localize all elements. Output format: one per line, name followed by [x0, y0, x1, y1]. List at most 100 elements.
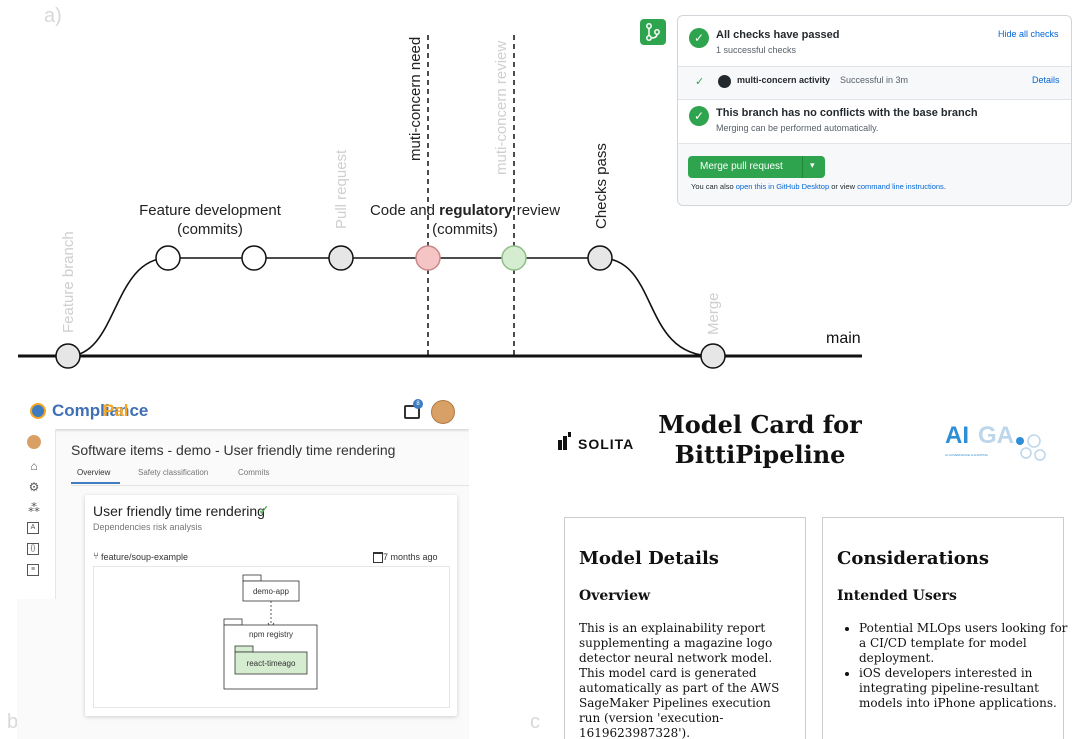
- dropdown-caret-icon[interactable]: ▾: [810, 160, 815, 171]
- app-sidebar: ⌂ ⚙ ⁂ A {} ≡: [17, 429, 56, 599]
- tab-commits[interactable]: Commits: [238, 468, 270, 477]
- brand-name-part1: Compliance: [52, 401, 149, 420]
- active-tab-indicator: [71, 482, 120, 484]
- tabs-divider: [71, 485, 469, 486]
- card-subtitle: Dependencies risk analysis: [93, 522, 203, 532]
- document-icon[interactable]: A: [27, 522, 39, 534]
- overview-heading: Overview: [579, 588, 651, 604]
- check-success-icon: ✓: [695, 76, 705, 88]
- button-divider: [802, 156, 803, 178]
- calendar-icon: [373, 552, 383, 563]
- no-conflicts-subtitle: Merging can be performed automatically.: [716, 123, 879, 133]
- compliancepal-app: Compliance Pal 8 ⌂ ⚙ ⁂ A {} ≡ Software i…: [17, 393, 469, 739]
- label-code-review: Code and regulatory review: [370, 202, 560, 219]
- merge-footer-text: You can also open this in GitHub Desktop…: [691, 182, 946, 191]
- aiga-logo-subtitle: AI GOVERNANCE & AUDITING: [945, 453, 988, 457]
- check-icon: ✓: [258, 502, 270, 518]
- considerations-heading: Considerations: [837, 548, 989, 569]
- label-pull-request: Pull request: [333, 149, 350, 229]
- commit-pull-request: [328, 245, 354, 271]
- label-multi-concern-need: muti-concern need: [407, 37, 424, 161]
- label-feature-dev-2: (commits): [177, 221, 243, 238]
- demo-app-label: demo-app: [253, 587, 290, 596]
- branch-name: feature/soup-example: [101, 552, 189, 562]
- branch-glyph-icon: [646, 23, 660, 41]
- check-name: multi-concern activity: [737, 75, 831, 85]
- commit-feature-2: [241, 245, 267, 271]
- footer-text-pre: You can also: [691, 182, 736, 191]
- aiga-logo-text-b: GA: [978, 422, 1014, 449]
- no-conflicts-title: This branch has no conflicts with the ba…: [716, 107, 978, 119]
- notification-badge: 8: [413, 399, 423, 409]
- model-card-title: Model Card for BittiPipeline: [658, 410, 862, 469]
- aiga-logo-text-a: AI: [945, 422, 969, 449]
- open-in-desktop-link[interactable]: open this in GitHub Desktop: [736, 182, 829, 191]
- footer-text-post: .: [943, 182, 946, 191]
- label-code-review-2: (commits): [432, 221, 498, 238]
- label-multi-concern-review: muti-concern review: [493, 41, 510, 175]
- dependency-graph: demo-app npm registry react-timeago: [223, 574, 318, 690]
- archive-icon[interactable]: ≡: [27, 564, 39, 576]
- npm-registry-tab: [223, 618, 243, 626]
- feature-branch-path: [67, 257, 714, 357]
- compliancepal-logo-icon: [30, 403, 46, 419]
- git-branch-icon: [640, 19, 666, 45]
- label-main: main: [826, 330, 861, 347]
- brand-name-part2: Pal: [103, 401, 129, 420]
- solita-logo-icon: [558, 432, 571, 450]
- software-item-card: User friendly time rendering ✓ Dependenc…: [85, 495, 457, 716]
- user-avatar[interactable]: [431, 400, 455, 424]
- intended-users-heading: Intended Users: [837, 588, 957, 604]
- check-row: ✓ multi-concern activity Successful in 3…: [678, 67, 1071, 99]
- list-item: iOS developers interested in integrating…: [859, 666, 1072, 711]
- label-feature-branch: Feature branch: [60, 231, 77, 333]
- check-status: Successful in 3m: [840, 75, 909, 85]
- tab-overview[interactable]: Overview: [77, 468, 110, 477]
- dependency-diagram: demo-app npm registry react-timeago: [93, 566, 450, 708]
- checks-subtitle: 1 successful checks: [716, 45, 797, 55]
- react-timeago-tab: [234, 645, 254, 653]
- footer-text-mid: or view: [829, 182, 858, 191]
- gear-icon[interactable]: ⚙: [27, 480, 41, 494]
- checks-passed-icon: ✓: [689, 28, 709, 48]
- github-logo-icon: [718, 75, 731, 88]
- git-branch-icon: ⑂: [93, 551, 99, 562]
- no-conflicts-icon: ✓: [689, 106, 709, 126]
- list-item: Potential MLOps users looking for a CI/C…: [859, 621, 1072, 666]
- commit-branch-start: [55, 343, 81, 369]
- check-details-link[interactable]: Details: [1032, 75, 1060, 85]
- label-merge: Merge: [705, 292, 722, 335]
- page-title: Software items - demo - User friendly ti…: [71, 442, 396, 458]
- network-icon[interactable]: ⁂: [27, 501, 41, 515]
- merge-button-label: Merge pull request: [700, 161, 783, 172]
- commit-merge: [700, 343, 726, 369]
- separator: [678, 99, 1071, 100]
- considerations-section: Considerations Intended Users Potential …: [822, 517, 1067, 739]
- app-topbar: Compliance Pal 8: [17, 393, 469, 429]
- github-merge-checks-panel: ✓ All checks have passed 1 successful ch…: [677, 15, 1072, 206]
- home-icon[interactable]: ⌂: [27, 459, 41, 473]
- intended-users-list: Potential MLOps users looking for a CI/C…: [837, 621, 1072, 711]
- hide-all-checks-link[interactable]: Hide all checks: [998, 29, 1059, 39]
- tab-safety-classification[interactable]: Safety classification: [138, 468, 208, 477]
- npm-registry-label: npm registry: [249, 630, 293, 639]
- checks-title: All checks have passed: [716, 29, 840, 41]
- demo-app-tab: [242, 574, 262, 582]
- commit-checks-pass: [587, 245, 613, 271]
- solita-logo-text: SOLITA: [578, 436, 635, 452]
- label-checks-pass: Checks pass: [593, 143, 610, 229]
- commit-feature-1: [155, 245, 181, 271]
- merge-pull-request-button[interactable]: Merge pull request ▾: [688, 156, 825, 178]
- commit-concern-review: [501, 245, 527, 271]
- command-line-instructions-link[interactable]: command line instructions: [857, 182, 944, 191]
- card-title: User friendly time rendering: [93, 503, 265, 519]
- commit-concern-need: [415, 245, 441, 271]
- react-timeago-label: react-timeago: [247, 659, 296, 668]
- code-icon[interactable]: {}: [27, 543, 39, 555]
- model-details-heading: Model Details: [579, 548, 719, 569]
- avatar-icon[interactable]: [27, 435, 41, 449]
- aiga-logo-dots-icon: [1016, 434, 1046, 461]
- label-feature-dev-1: Feature development: [139, 202, 282, 219]
- last-updated: 7 months ago: [383, 552, 438, 562]
- model-details-section: Model Details Overview This is an explai…: [564, 517, 806, 739]
